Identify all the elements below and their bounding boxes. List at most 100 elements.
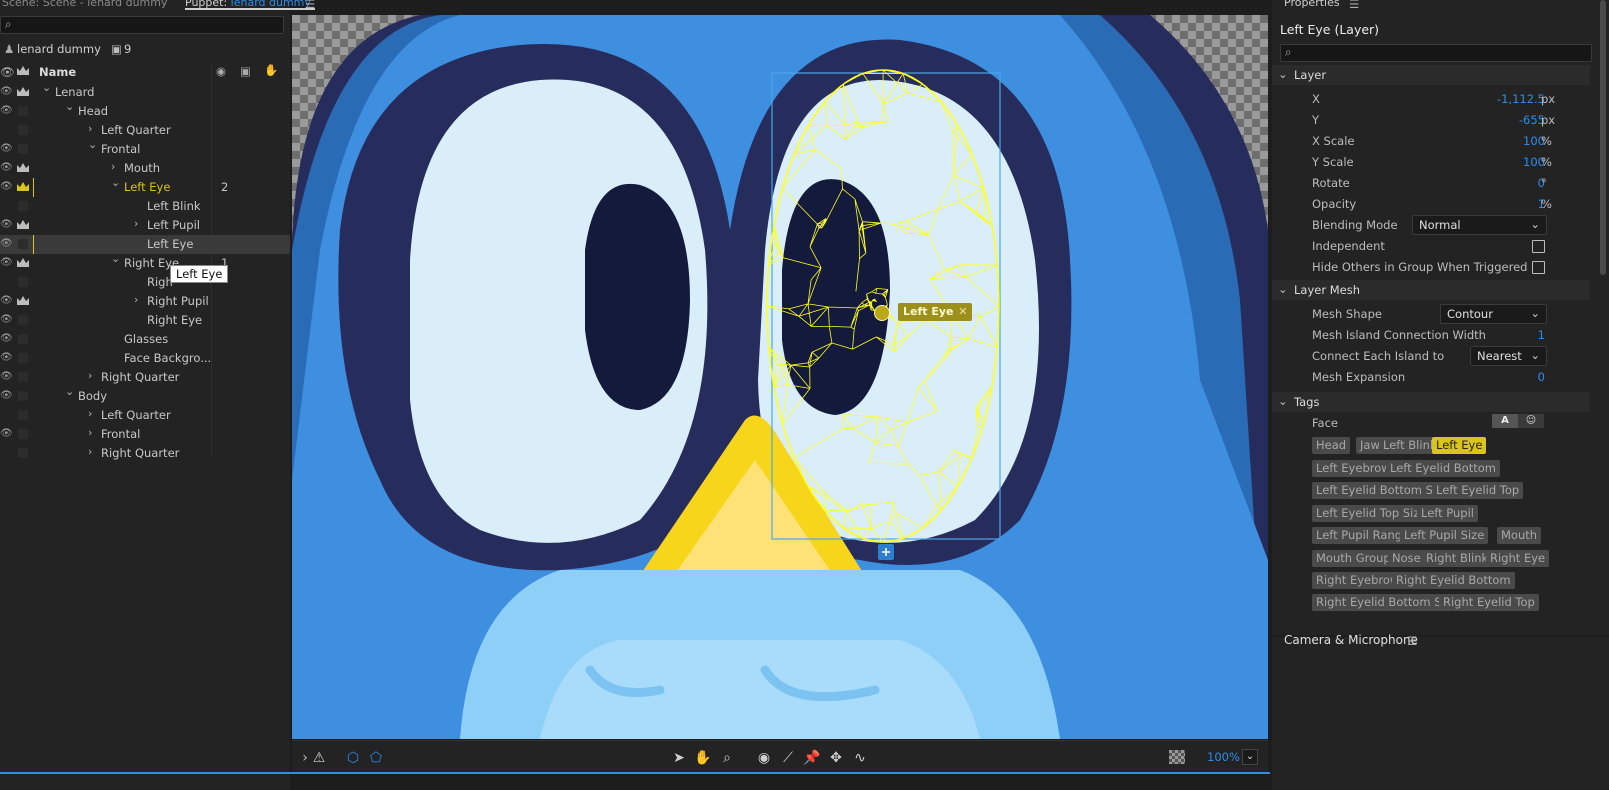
- visibility-eye-icon[interactable]: 👁: [0, 314, 13, 326]
- zoom-tool-icon[interactable]: ⌕: [718, 749, 736, 767]
- crown-icon[interactable]: [16, 85, 30, 99]
- dangle-tool-icon[interactable]: ∿: [851, 749, 869, 767]
- warning-icon[interactable]: ⚠: [310, 749, 328, 767]
- transparency-grid-icon[interactable]: [1169, 750, 1185, 764]
- target-header-icon[interactable]: ◉: [216, 64, 226, 78]
- puppet-toggle[interactable]: [18, 429, 28, 439]
- chevron-down-icon[interactable]: ⌄: [42, 81, 51, 94]
- zoom-dropdown-chevron-icon[interactable]: ⌄: [1242, 749, 1258, 765]
- select-tool-icon[interactable]: ➤: [670, 749, 688, 767]
- chevron-right-icon[interactable]: ›: [111, 160, 115, 173]
- layer-row[interactable]: › Right Quarter: [0, 444, 290, 463]
- tag-chip[interactable]: Left Eyelid Top: [1432, 482, 1524, 499]
- mesh-handle-label[interactable]: Left Eye ✕: [898, 303, 972, 321]
- crown-header-icon[interactable]: [16, 65, 30, 77]
- layer-row[interactable]: 👁 Glasses: [0, 330, 290, 349]
- visibility-eye-icon[interactable]: 👁: [0, 86, 13, 98]
- visibility-eye-icon[interactable]: 👁: [0, 257, 13, 269]
- visibility-eye-icon[interactable]: 👁: [0, 352, 13, 364]
- puppet-toggle[interactable]: [18, 201, 28, 211]
- tag-chip[interactable]: Right Eyelid Bottom: [1392, 572, 1515, 589]
- tag-chip[interactable]: Right Eyebrow: [1312, 572, 1404, 589]
- layer-row[interactable]: 👁 › Right Quarter: [0, 368, 290, 387]
- chevron-right-icon[interactable]: ›: [88, 369, 92, 382]
- puppet-toggle[interactable]: [18, 410, 28, 420]
- visibility-header-icon[interactable]: 👁: [0, 65, 15, 79]
- puppet-toggle[interactable]: [18, 372, 28, 382]
- chevron-down-icon[interactable]: ⌄: [65, 385, 74, 398]
- zoom-level[interactable]: 100%: [1207, 750, 1240, 764]
- layer-row[interactable]: 👁 ⌄ Lenard: [0, 81, 290, 102]
- handle-tool-icon[interactable]: ✥: [827, 749, 845, 767]
- crown-icon[interactable]: [16, 180, 30, 194]
- puppet-toggle[interactable]: [18, 391, 28, 401]
- chevron-right-icon[interactable]: ›: [88, 426, 92, 439]
- puppet-toggle[interactable]: [18, 239, 28, 249]
- layer-row[interactable]: 👁 ⌄ Body: [0, 385, 290, 406]
- tag-chip[interactable]: Nose: [1388, 550, 1425, 567]
- layer-row[interactable]: 👁 › Right Pupil: [0, 292, 290, 311]
- puppet-toggle[interactable]: [18, 125, 28, 135]
- crown-icon[interactable]: [16, 218, 30, 232]
- hand-tool-icon[interactable]: ✋: [694, 749, 712, 767]
- camera-menu-icon[interactable]: ☰: [1407, 634, 1417, 648]
- puppet-canvas[interactable]: Left Eye ✕: [292, 15, 1268, 739]
- properties-scrollbar[interactable]: [1600, 0, 1606, 275]
- capture-header-icon[interactable]: ▣: [240, 64, 251, 78]
- handle-header-icon[interactable]: ✋: [264, 63, 278, 77]
- tag-chip[interactable]: Right Eyelid Top: [1439, 594, 1539, 611]
- tag-chip[interactable]: Left Pupil Range: [1312, 527, 1414, 544]
- tag-chip[interactable]: Left Eyelid Bottom: [1386, 460, 1500, 477]
- chevron-right-icon[interactable]: ›: [88, 407, 92, 420]
- visibility-eye-icon[interactable]: 👁: [0, 105, 13, 117]
- puppet-toggle[interactable]: [18, 353, 28, 363]
- layer-row[interactable]: Righ: [0, 273, 290, 292]
- layer-row[interactable]: 👁 Left Eye: [0, 235, 290, 254]
- tag-chip[interactable]: Right Blink: [1422, 550, 1493, 567]
- panel-menu-icon[interactable]: ☰: [305, 0, 315, 11]
- visibility-eye-icon[interactable]: 👁: [0, 428, 13, 440]
- layer-row[interactable]: 👁 ⌄ Left Eye 2: [0, 176, 290, 197]
- chevron-down-icon[interactable]: ⌄: [111, 176, 120, 189]
- layer-row[interactable]: 👁 › Frontal: [0, 425, 290, 444]
- visibility-eye-icon[interactable]: 👁: [0, 143, 13, 155]
- crown-icon[interactable]: [16, 294, 30, 308]
- visibility-eye-icon[interactable]: 👁: [0, 162, 13, 174]
- layer-row[interactable]: 👁 Face Backgro...: [0, 349, 290, 368]
- visibility-eye-icon[interactable]: 👁: [0, 238, 13, 250]
- tag-chip[interactable]: Left Eyebrow: [1312, 460, 1395, 477]
- layer-row[interactable]: 👁 Right Eye: [0, 311, 290, 330]
- visibility-eye-icon[interactable]: 👁: [0, 333, 13, 345]
- tag-chip[interactable]: Left Eyelid Top Size: [1312, 505, 1431, 522]
- layer-row[interactable]: 👁 › Mouth: [0, 159, 290, 178]
- scene-tab[interactable]: Scene: Scene - lenard dummy: [2, 0, 167, 9]
- tag-chip[interactable]: Head: [1312, 437, 1351, 454]
- stick-tool-icon[interactable]: ⟋: [779, 749, 797, 767]
- tag-chip[interactable]: Left Pupil Size: [1400, 527, 1489, 544]
- search-input[interactable]: ⌕: [0, 16, 284, 34]
- layer-row[interactable]: 👁 ⌄ Head: [0, 100, 290, 121]
- tag-chip[interactable]: Left Pupil: [1417, 505, 1479, 522]
- layer-row[interactable]: Left Blink: [0, 197, 290, 216]
- layer-row[interactable]: 👁 › Left Pupil: [0, 216, 290, 235]
- chevron-right-icon[interactable]: ›: [134, 293, 138, 306]
- puppet-toggle[interactable]: [18, 315, 28, 325]
- chevron-right-icon[interactable]: ›: [88, 122, 92, 135]
- tag-chip[interactable]: Right Eye: [1486, 550, 1550, 567]
- close-icon[interactable]: ✕: [958, 303, 967, 321]
- chevron-down-icon[interactable]: ⌄: [65, 100, 74, 113]
- origin-tool-icon[interactable]: ◉: [755, 749, 773, 767]
- visibility-eye-icon[interactable]: 👁: [0, 295, 13, 307]
- tag-chip[interactable]: Left Eye: [1432, 437, 1487, 454]
- visibility-eye-icon[interactable]: 👁: [0, 390, 13, 402]
- handle-origin-icon[interactable]: [874, 305, 890, 321]
- puppet-toggle[interactable]: [18, 277, 28, 287]
- layer-row[interactable]: 👁 ⌄ Frontal: [0, 138, 290, 159]
- outline-view-icon[interactable]: ⬠: [367, 749, 385, 767]
- visibility-eye-icon[interactable]: 👁: [0, 219, 13, 231]
- chevron-right-icon[interactable]: ›: [134, 217, 138, 230]
- crown-icon[interactable]: [16, 256, 30, 270]
- crown-icon[interactable]: [16, 161, 30, 175]
- chevron-down-icon[interactable]: ⌄: [88, 138, 97, 151]
- chevron-down-icon[interactable]: ⌄: [111, 252, 120, 265]
